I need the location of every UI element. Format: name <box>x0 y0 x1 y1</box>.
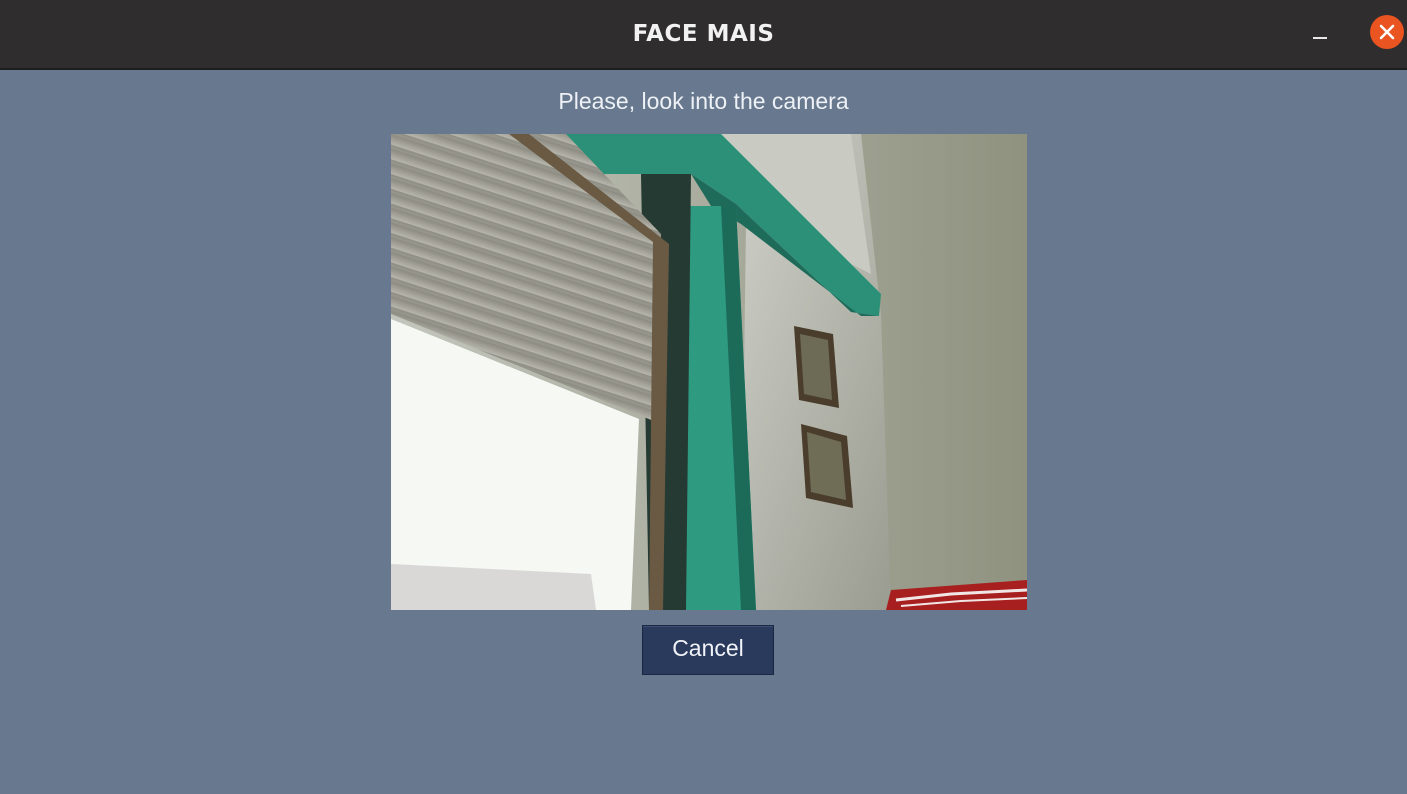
close-button[interactable] <box>1370 15 1404 49</box>
close-icon <box>1379 24 1395 40</box>
minimize-icon <box>1313 37 1327 39</box>
window-titlebar: FACE MAIS <box>0 0 1407 70</box>
window-title: FACE MAIS <box>632 21 775 47</box>
minimize-button[interactable] <box>1306 22 1336 46</box>
camera-image <box>391 134 1027 610</box>
camera-preview <box>391 134 1027 610</box>
camera-prompt: Please, look into the camera <box>558 88 849 114</box>
cancel-button[interactable]: Cancel <box>642 625 774 675</box>
